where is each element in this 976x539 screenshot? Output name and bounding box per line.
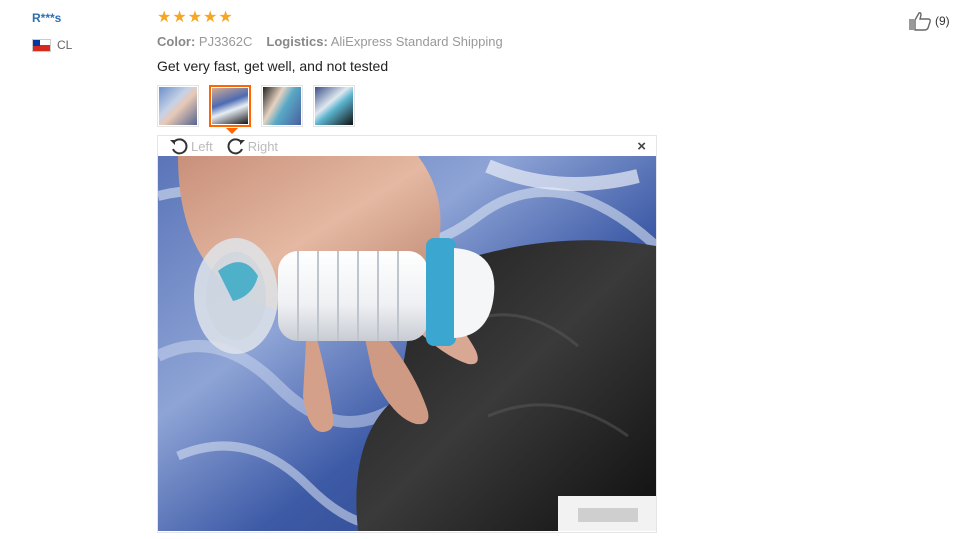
country-code: CL: [57, 38, 73, 52]
thumbnail-image: [315, 87, 353, 125]
star-icon: ★: [157, 9, 172, 26]
rotate-right-label: Right: [247, 138, 279, 154]
review-photo-thumbnail-4[interactable]: [313, 85, 355, 127]
reviewer-name: R***s: [32, 11, 62, 25]
review-photo: [158, 156, 656, 531]
star-rating: ★ ★ ★ ★ ★: [157, 9, 233, 27]
reviewer-country: CL: [32, 38, 72, 52]
review-photo-image: [158, 156, 656, 531]
review-photo-thumbnail-1[interactable]: [157, 85, 199, 127]
rotate-right-icon: [227, 138, 245, 155]
review-text: Get very fast, get well, and not tested: [157, 58, 389, 74]
rotate-left-label: Left: [191, 138, 213, 154]
helpful-count: (9): [935, 14, 950, 28]
star-icon: ★: [203, 9, 218, 26]
logistics-value: AliExpress Standard Shipping: [330, 34, 503, 49]
thumbnail-image: [159, 87, 197, 125]
logistics-label: Logistics:: [266, 34, 328, 49]
color-info: Color: PJ3362C: [157, 34, 252, 49]
chile-flag-icon: [32, 38, 51, 52]
review-photo-thumbnails: [157, 85, 355, 127]
helpful-like-button[interactable]: (9): [908, 11, 950, 31]
review-photo-thumbnail-2[interactable]: [209, 85, 251, 127]
rotate-right-button[interactable]: Right: [225, 136, 278, 156]
review-photo-thumbnail-3[interactable]: [261, 85, 303, 127]
logistics-info: Logistics: AliExpress Standard Shipping: [266, 34, 502, 49]
photo-viewer: Left Right ×: [157, 135, 657, 533]
star-icon: ★: [187, 9, 203, 26]
color-label: Color:: [157, 34, 196, 49]
close-viewer-button[interactable]: ×: [637, 139, 646, 155]
rotate-left-icon: [170, 138, 188, 155]
rotate-left-button[interactable]: Left: [168, 136, 213, 156]
order-info: Color: PJ3362C Logistics: AliExpress Sta…: [157, 34, 503, 49]
thumbs-up-icon: [909, 12, 931, 31]
thumbnail-image: [263, 87, 301, 125]
active-thumbnail-caret-icon: [226, 128, 238, 134]
star-icon: ★: [172, 9, 187, 26]
photo-viewer-toolbar: Left Right ×: [158, 136, 656, 156]
color-value: PJ3362C: [198, 34, 253, 49]
thumbnail-image: [212, 88, 248, 124]
star-icon: ★: [218, 9, 233, 26]
